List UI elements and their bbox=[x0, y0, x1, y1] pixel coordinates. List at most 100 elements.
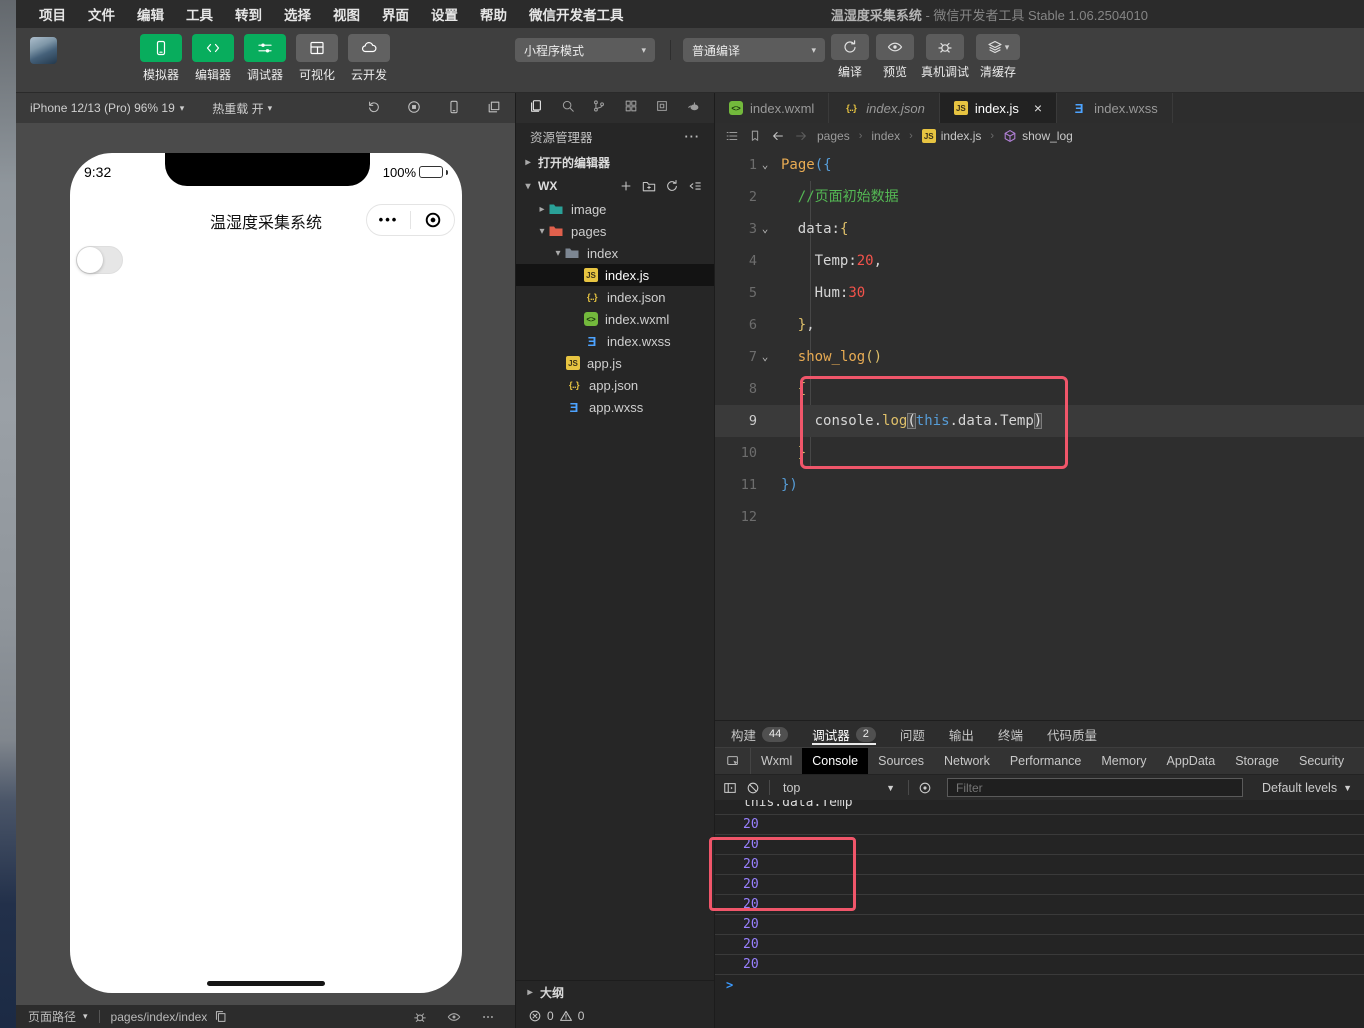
breadcrumb-item-pages[interactable]: pages bbox=[817, 129, 850, 143]
fold-chevron-icon[interactable]: ⌄ bbox=[757, 213, 773, 245]
tree-item-index.wxss[interactable]: Ǝ index.wxss bbox=[516, 330, 714, 352]
devtools-tab-Console[interactable]: Console bbox=[802, 748, 869, 774]
page-toggle-switch[interactable] bbox=[76, 246, 123, 274]
devtools-tab-Network[interactable]: Network bbox=[934, 748, 1000, 774]
action-button-eye[interactable]: 预览 bbox=[876, 34, 914, 80]
page-path-label[interactable]: 页面路径 bbox=[28, 1008, 76, 1025]
new-file-icon[interactable] bbox=[619, 179, 633, 193]
new-folder-icon[interactable] bbox=[642, 179, 656, 193]
action-button-layers[interactable]: ▾ 清缓存 bbox=[976, 34, 1021, 80]
screenshot-record-button[interactable] bbox=[407, 100, 421, 117]
nav-back-icon[interactable] bbox=[771, 129, 785, 143]
breadcrumb-item-index.js[interactable]: JS index.js bbox=[921, 129, 981, 143]
console-row-4[interactable]: 20 bbox=[715, 875, 1364, 895]
devtools-tab-Wxml[interactable]: Wxml bbox=[751, 748, 802, 774]
outline-section[interactable]: ▸ 大纲 bbox=[516, 980, 714, 1004]
panel-tab-构建[interactable]: 构建 44 bbox=[731, 721, 789, 747]
code-line-2[interactable]: 2 //页面初始数据 bbox=[715, 181, 1364, 213]
compile-mode-select[interactable]: 普通编译 ▾ bbox=[683, 38, 825, 62]
activity-teapot-button[interactable] bbox=[687, 99, 701, 118]
console-row-3[interactable]: 20 bbox=[715, 855, 1364, 875]
menu-item-7[interactable]: 界面 bbox=[371, 4, 420, 24]
device-select[interactable]: iPhone 12/13 (Pro) 96% 19 ▾ bbox=[30, 101, 184, 115]
menu-item-10[interactable]: 微信开发者工具 bbox=[518, 4, 635, 24]
context-select[interactable]: top ▼ bbox=[779, 781, 899, 795]
menu-item-5[interactable]: 选择 bbox=[273, 4, 322, 24]
devtools-tab-Storage[interactable]: Storage bbox=[1225, 748, 1289, 774]
code-line-4[interactable]: 4 Temp:20, bbox=[715, 245, 1364, 277]
code-line-9[interactable]: 9 console.log(this.data.Temp) bbox=[715, 405, 1364, 437]
nav-button-layout[interactable]: 可视化 bbox=[294, 34, 340, 83]
code-line-5[interactable]: 5 Hum:30 bbox=[715, 277, 1364, 309]
tree-item-index.js[interactable]: JS index.js bbox=[516, 264, 714, 286]
code-line-6[interactable]: 6 }, bbox=[715, 309, 1364, 341]
action-button-refresh[interactable]: 编译 bbox=[831, 34, 869, 80]
nav-button-sliders[interactable]: 调试器 bbox=[242, 34, 288, 83]
eye-icon[interactable] bbox=[918, 781, 932, 795]
devtools-tab-Sources[interactable]: Sources bbox=[868, 748, 934, 774]
editor-tab-index.wxml[interactable]: <> index.wxml bbox=[715, 93, 830, 123]
fold-chevron-icon[interactable]: ⌄ bbox=[757, 149, 773, 181]
device-frame-button[interactable] bbox=[447, 100, 461, 117]
console-prompt[interactable]: > bbox=[715, 975, 1364, 995]
fold-chevron-icon[interactable]: ⌄ bbox=[757, 341, 773, 373]
code-line-10[interactable]: 10 } bbox=[715, 437, 1364, 469]
bookmark-icon[interactable] bbox=[748, 129, 762, 143]
tree-item-app.json[interactable]: {..} app.json bbox=[516, 374, 714, 396]
devtools-tab-Memory[interactable]: Memory bbox=[1091, 748, 1156, 774]
menu-item-0[interactable]: 项目 bbox=[28, 4, 77, 24]
panel-tab-调试器[interactable]: 调试器 2 bbox=[812, 721, 876, 747]
activity-source-control-button[interactable] bbox=[592, 99, 606, 118]
sidebar-toggle-icon[interactable] bbox=[723, 781, 737, 795]
panel-tab-终端[interactable]: 终端 bbox=[998, 721, 1023, 747]
console-filter-input[interactable] bbox=[947, 778, 1244, 797]
bug-icon[interactable] bbox=[413, 1010, 427, 1024]
breadcrumb-item-index[interactable]: index bbox=[871, 129, 900, 143]
rotate-device-button[interactable] bbox=[367, 100, 381, 117]
inspect-element-button[interactable] bbox=[715, 748, 751, 774]
mode-select[interactable]: 小程序模式 ▾ bbox=[515, 38, 655, 62]
collapse-all-icon[interactable] bbox=[688, 179, 702, 193]
menu-item-9[interactable]: 帮助 bbox=[469, 4, 518, 24]
console-output[interactable]: this.data.Temp 20 20 20 20 20 20 20 20 > bbox=[709, 800, 1364, 1028]
menu-item-1[interactable]: 文件 bbox=[77, 4, 126, 24]
explorer-more-button[interactable]: ··· bbox=[685, 130, 701, 144]
code-line-11[interactable]: 11 }) bbox=[715, 469, 1364, 501]
console-row-6[interactable]: 20 bbox=[715, 915, 1364, 935]
close-tab-icon[interactable]: × bbox=[1034, 100, 1042, 116]
console-row-5[interactable]: 20 bbox=[715, 895, 1364, 915]
code-editor[interactable]: 1 ⌄ Page({ 2 //页面初始数据 3 ⌄ data:{ 4 Temp:… bbox=[715, 149, 1364, 720]
menu-item-6[interactable]: 视图 bbox=[322, 4, 371, 24]
action-button-bug[interactable]: 真机调试 bbox=[921, 34, 969, 80]
code-line-12[interactable]: 12 bbox=[715, 501, 1364, 533]
refresh-icon[interactable] bbox=[665, 179, 679, 193]
editor-tab-index.wxss[interactable]: Ǝ index.wxss bbox=[1057, 93, 1173, 123]
tree-item-image[interactable]: ▸ image bbox=[516, 198, 714, 220]
detach-window-button[interactable] bbox=[487, 100, 501, 117]
editor-tab-index.json[interactable]: {..} index.json bbox=[829, 93, 940, 123]
menu-item-4[interactable]: 转到 bbox=[224, 4, 273, 24]
code-line-7[interactable]: 7 ⌄ show_log() bbox=[715, 341, 1364, 373]
devtools-tab-AppData[interactable]: AppData bbox=[1157, 748, 1226, 774]
tree-item-pages[interactable]: ▾ pages bbox=[516, 220, 714, 242]
panel-tab-代码质量[interactable]: 代码质量 bbox=[1047, 721, 1097, 747]
outline-list-icon[interactable] bbox=[725, 129, 739, 143]
console-row-8[interactable]: 20 bbox=[715, 955, 1364, 975]
user-avatar[interactable] bbox=[30, 37, 57, 64]
log-levels-select[interactable]: Default levels ▼ bbox=[1262, 781, 1356, 795]
activity-search-button[interactable] bbox=[561, 99, 575, 118]
console-row-1[interactable]: 20 bbox=[715, 815, 1364, 835]
console-row-2[interactable]: 20 bbox=[715, 835, 1364, 855]
nav-button-phone[interactable]: 模拟器 bbox=[138, 34, 184, 83]
copy-icon[interactable] bbox=[214, 1010, 227, 1023]
console-row-7[interactable]: 20 bbox=[715, 935, 1364, 955]
clear-console-icon[interactable] bbox=[746, 781, 760, 795]
menu-item-2[interactable]: 编辑 bbox=[126, 4, 175, 24]
code-line-1[interactable]: 1 ⌄ Page({ bbox=[715, 149, 1364, 181]
tree-item-app.js[interactable]: JS app.js bbox=[516, 352, 714, 374]
tree-item-app.wxss[interactable]: Ǝ app.wxss bbox=[516, 396, 714, 418]
code-line-3[interactable]: 3 ⌄ data:{ bbox=[715, 213, 1364, 245]
menu-item-8[interactable]: 设置 bbox=[420, 4, 469, 24]
eye-icon[interactable] bbox=[447, 1010, 461, 1024]
editor-tab-index.js[interactable]: JS index.js × bbox=[939, 93, 1058, 123]
